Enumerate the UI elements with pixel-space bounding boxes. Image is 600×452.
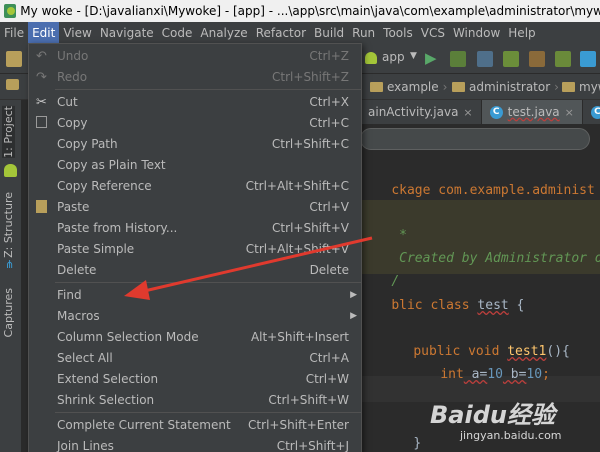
annotation-arrow-head <box>124 280 150 300</box>
annotation-arrow <box>124 236 373 300</box>
annotation-arrow-shaft <box>139 236 373 294</box>
baidu-watermark: Baidu经验 jingyan.baidu.com <box>430 395 595 450</box>
watermark-url: jingyan.baidu.com <box>460 429 562 442</box>
watermark-logo: Baidu经验 <box>430 401 555 429</box>
